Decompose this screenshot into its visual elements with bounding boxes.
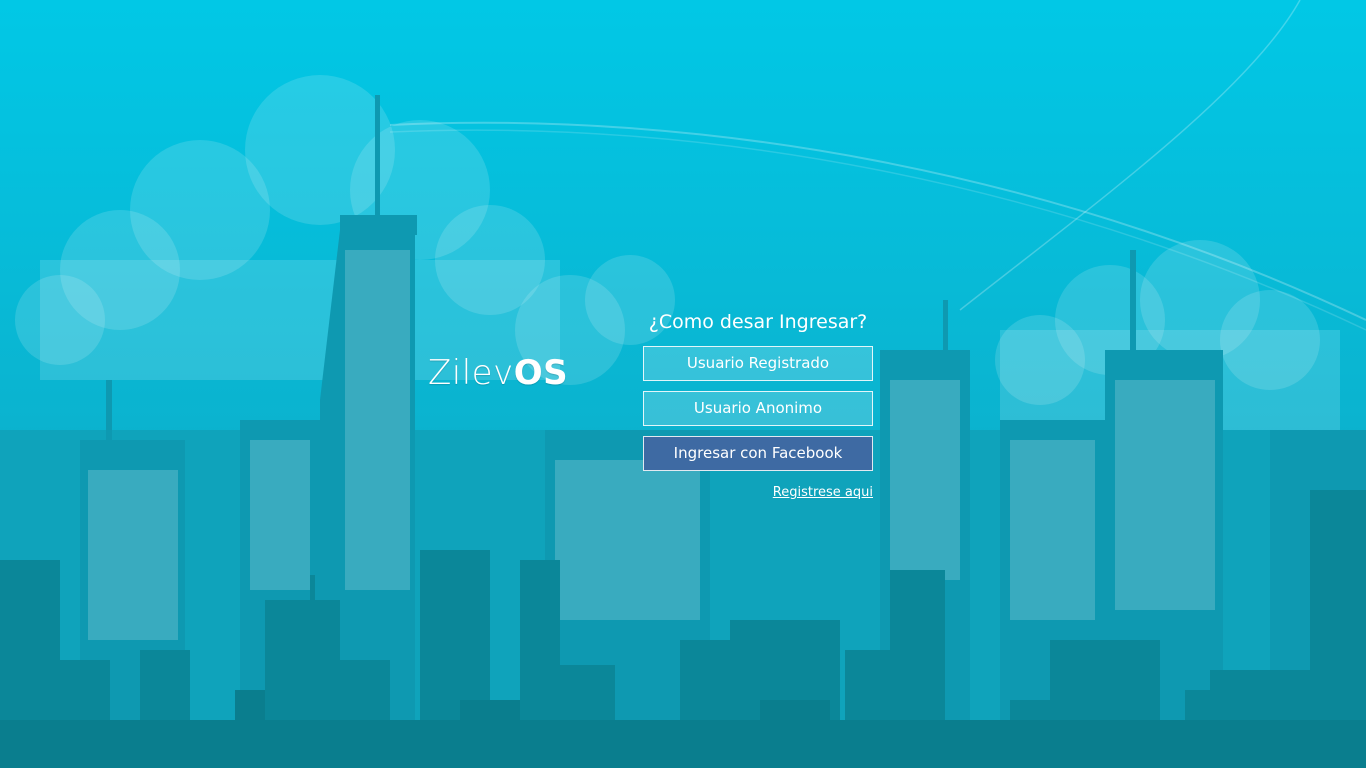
register-link-container: Registrese aqui [643, 481, 873, 500]
login-options-panel: ¿Como desar Ingresar? Usuario Registrado… [643, 308, 873, 500]
brand-name-bold: OS [513, 353, 569, 393]
registered-user-button[interactable]: Usuario Registrado [643, 346, 873, 381]
login-question-heading: ¿Como desar Ingresar? [648, 311, 868, 333]
anonymous-user-button[interactable]: Usuario Anonimo [643, 391, 873, 426]
facebook-login-button[interactable]: Ingresar con Facebook [643, 436, 873, 471]
register-link[interactable]: Registrese aqui [773, 485, 873, 500]
brand-logo: ZilevOS [428, 351, 568, 395]
brand-name-light: Zilev [428, 353, 514, 393]
